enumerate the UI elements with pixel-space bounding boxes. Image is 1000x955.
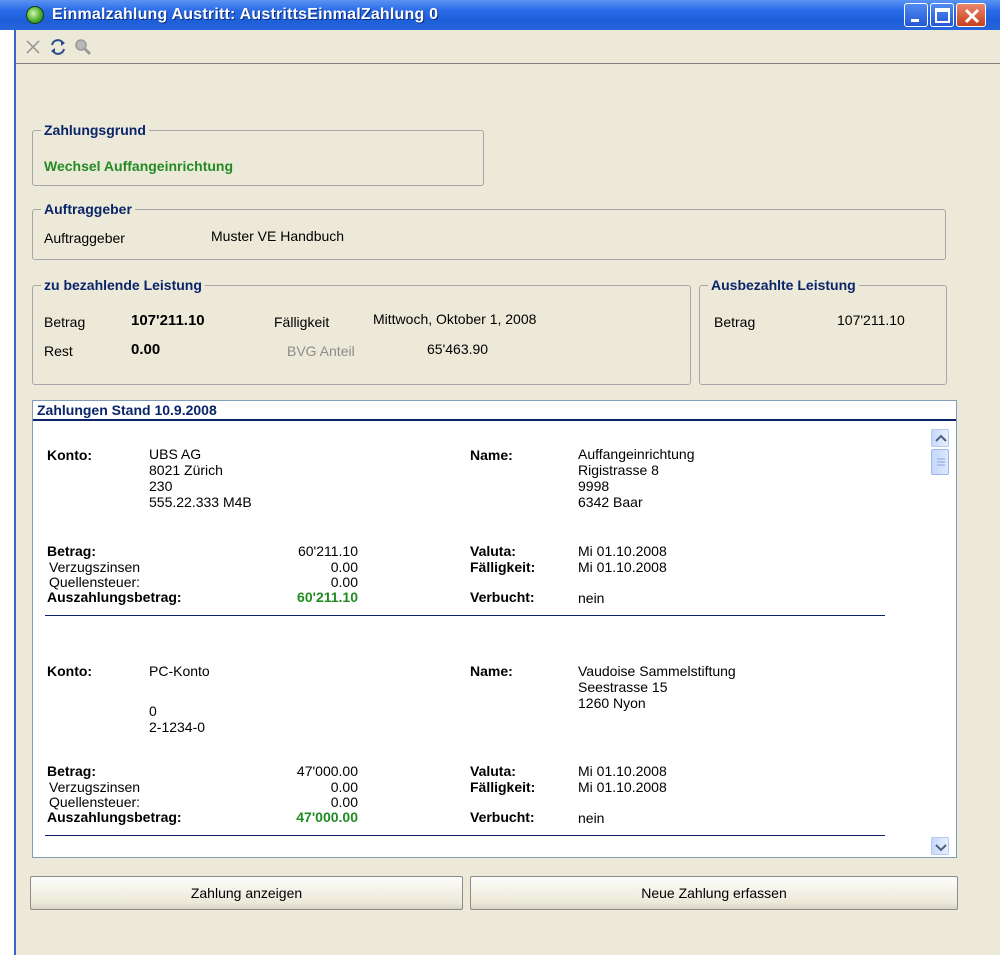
- name-line: Auffangeinrichtung: [578, 446, 695, 462]
- name-line: 1260 Nyon: [578, 695, 646, 711]
- auftraggeber-value: Muster VE Handbuch: [211, 228, 345, 244]
- leistung-legend: zu bezahlende Leistung: [41, 277, 205, 293]
- zahlungsgrund-group: Zahlungsgrund Wechsel Auffangeinrichtung: [32, 122, 484, 186]
- faelligkeit-label: Fälligkeit: [274, 314, 330, 330]
- zahlungsgrund-value: Wechsel Auffangeinrichtung: [44, 158, 234, 174]
- quellensteuer-value: 0.00: [330, 574, 358, 590]
- rest-value: 0.00: [131, 341, 161, 358]
- maximize-icon: [935, 8, 950, 23]
- betrag-label: Betrag: [44, 314, 86, 330]
- ausbezahlt-betrag-value: 107'211.10: [837, 312, 905, 328]
- konto-line: 230: [149, 478, 173, 494]
- verbucht-label: Verbucht:: [470, 809, 535, 825]
- verzugszinsen-label: Verzugszinsen: [49, 559, 141, 575]
- auszahlungsbetrag-value: 47'000.00: [296, 809, 358, 825]
- bvg-anteil-label: BVG Anteil: [287, 343, 355, 359]
- name-label: Name:: [470, 663, 513, 679]
- zahlungsgrund-legend: Zahlungsgrund: [41, 122, 149, 138]
- valuta-label: Valuta:: [470, 763, 516, 779]
- vertical-scrollbar[interactable]: [929, 423, 951, 857]
- konto-line: 555.22.333 M4B: [149, 494, 252, 510]
- neue-zahlung-erfassen-button[interactable]: Neue Zahlung erfassen: [470, 876, 958, 910]
- faelligkeit-value: Mittwoch, Oktober 1, 2008: [373, 311, 537, 327]
- quellensteuer-label: Quellensteuer:: [49, 574, 141, 590]
- ausbezahlt-legend: Ausbezahlte Leistung: [708, 277, 859, 293]
- verzugszinsen-label: Verzugszinsen: [49, 779, 141, 795]
- title-bar[interactable]: Einmalzahlung Austritt: AustrittsEinmalZ…: [0, 0, 1000, 30]
- verbucht-value: nein: [578, 590, 605, 606]
- auszahlungsbetrag-label: Auszahlungsbetrag:: [47, 589, 182, 605]
- verzugszinsen-value: 0.00: [330, 559, 358, 575]
- auftraggeber-group: Auftraggeber Auftraggeber Muster VE Hand…: [32, 201, 946, 260]
- rest-label: Rest: [44, 343, 73, 359]
- name-line: Vaudoise Sammelstiftung: [578, 663, 736, 679]
- konto-line: UBS AG: [149, 446, 202, 462]
- name-label: Name:: [470, 447, 513, 463]
- left-frame-edge: [14, 30, 16, 955]
- konto-label: Konto:: [47, 447, 93, 463]
- close-button[interactable]: [956, 3, 986, 27]
- betrag-value: 47'000.00: [296, 763, 358, 779]
- betrag-label: Betrag:: [47, 543, 97, 559]
- ausbezahlt-betrag-label: Betrag: [714, 314, 756, 330]
- valuta-label: Valuta:: [470, 543, 516, 559]
- valuta-value: Mi 01.10.2008: [578, 763, 667, 779]
- zahlung-anzeigen-button[interactable]: Zahlung anzeigen: [30, 876, 463, 910]
- grip-icon: [937, 458, 945, 466]
- maximize-button[interactable]: [930, 3, 954, 27]
- verbucht-label: Verbucht:: [470, 589, 535, 605]
- betrag-label: Betrag:: [47, 763, 97, 779]
- konto-line: 0: [149, 703, 157, 719]
- auftraggeber-label: Auftraggeber: [44, 230, 125, 246]
- refresh-icon[interactable]: [49, 38, 67, 56]
- app-icon: [26, 6, 44, 24]
- faelligkeit-value: Mi 01.10.2008: [578, 779, 667, 795]
- chevron-up-icon: [935, 434, 947, 442]
- name-line: Seestrasse 15: [578, 679, 668, 695]
- betrag-value: 107'211.10: [131, 312, 205, 329]
- ausbezahlt-group: Ausbezahlte Leistung Betrag 107'211.10: [699, 277, 947, 385]
- auszahlungsbetrag-label: Auszahlungsbetrag:: [47, 809, 182, 825]
- minimize-icon: [911, 19, 919, 22]
- quellensteuer-value: 0.00: [330, 794, 358, 810]
- chevron-down-icon: [935, 844, 947, 852]
- separator: [45, 615, 885, 616]
- konto-line: 2-1234-0: [149, 719, 206, 735]
- betrag-value: 60'211.10: [297, 543, 358, 559]
- konto-line: PC-Konto: [149, 663, 210, 679]
- close-x-icon[interactable]: [24, 38, 42, 56]
- search-icon[interactable]: [74, 38, 92, 56]
- verzugszinsen-value: 0.00: [330, 779, 358, 795]
- faelligkeit-label: Fälligkeit:: [470, 779, 536, 795]
- scroll-thumb[interactable]: [931, 449, 949, 475]
- zahlungen-list: Konto: UBS AG 8021 Zürich 230 555.22.333…: [33, 423, 928, 855]
- faelligkeit-value: Mi 01.10.2008: [578, 559, 667, 575]
- minimize-button[interactable]: [904, 3, 928, 27]
- verbucht-value: nein: [578, 810, 605, 826]
- zahlungen-panel[interactable]: Zahlungen Stand 10.9.2008 Konto: UBS AG …: [32, 400, 957, 858]
- separator: [45, 835, 885, 836]
- faelligkeit-label: Fälligkeit:: [470, 559, 536, 575]
- konto-line: 8021 Zürich: [149, 462, 223, 478]
- valuta-value: Mi 01.10.2008: [578, 543, 667, 559]
- scroll-up-button[interactable]: [931, 429, 949, 447]
- name-line: 6342 Baar: [578, 494, 643, 510]
- name-line: 9998: [578, 478, 610, 494]
- name-line: Rigistrasse 8: [578, 462, 659, 478]
- zahlungen-header: Zahlungen Stand 10.9.2008: [33, 401, 956, 421]
- window-title: Einmalzahlung Austritt: AustrittsEinmalZ…: [52, 6, 439, 23]
- quellensteuer-label: Quellensteuer:: [49, 794, 141, 810]
- scroll-down-button[interactable]: [931, 837, 949, 855]
- leistung-group: zu bezahlende Leistung Betrag 107'211.10…: [32, 277, 691, 385]
- konto-label: Konto:: [47, 663, 93, 679]
- close-window-icon: [964, 8, 980, 24]
- toolbar: [16, 30, 1000, 64]
- auszahlungsbetrag-value: 60'211.10: [297, 589, 358, 605]
- bvg-anteil-value: 65'463.90: [427, 341, 489, 357]
- auftraggeber-legend: Auftraggeber: [41, 201, 135, 217]
